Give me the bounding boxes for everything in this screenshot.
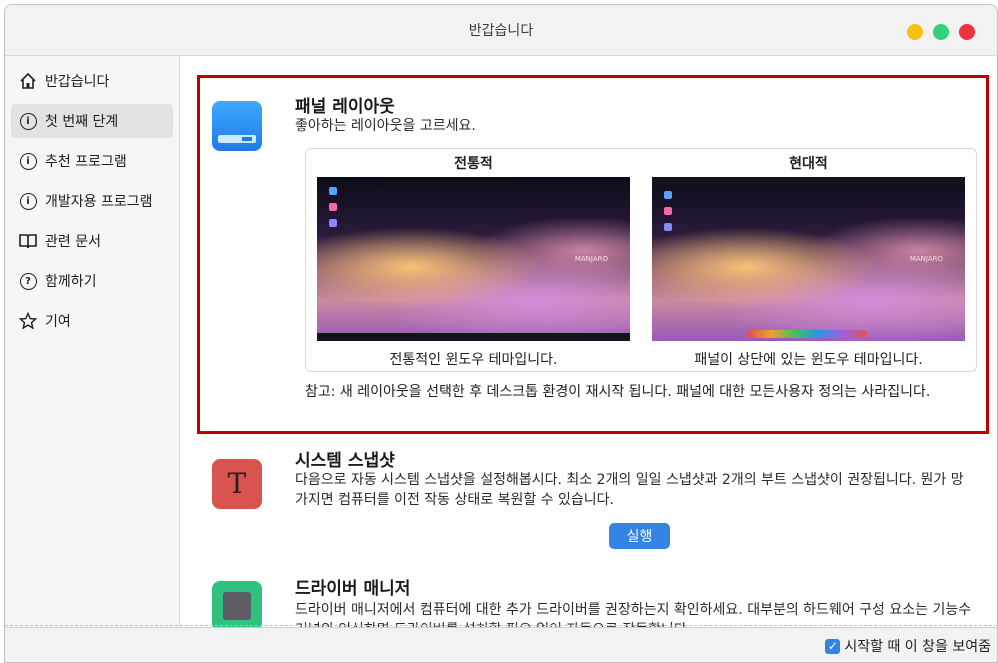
close-button[interactable] [959,24,975,40]
sidebar-item-developer[interactable]: i 개발자용 프로그램 [11,184,173,218]
info-icon: i [17,152,39,170]
sidebar-item-docs[interactable]: 관련 문서 [11,224,173,258]
titlebar[interactable]: 반갑습니다 [5,5,997,56]
footer-bar: ✓ 시작할 때 이 창을 보여줌 [5,625,997,662]
run-snapshot-button[interactable]: 실행 [609,523,670,549]
show-on-startup-option[interactable]: ✓ 시작할 때 이 창을 보여줌 [825,636,991,656]
sidebar-item-label: 개발자용 프로그램 [45,194,153,210]
sidebar-item-label: 함께하기 [45,274,97,290]
modern-preview-image[interactable]: MANJARO [652,177,965,341]
option-title: 현대적 [789,156,828,172]
show-on-startup-label: 시작할 때 이 창을 보여줌 [844,639,991,655]
snapshot-title: 시스템 스냅샷 [295,451,395,471]
sidebar-item-label: 관련 문서 [45,234,101,250]
manjaro-logo: MANJARO [574,255,608,263]
window-title: 반갑습니다 [468,23,534,39]
sidebar-item-label: 반갑습니다 [45,74,110,90]
star-icon [17,312,39,330]
driver-manager-title: 드라이버 매니저 [295,579,411,599]
layout-options-card: 전통적 MANJARO 전통적인 윈도우 테마입니다. 현대적 MANJARO … [305,148,977,372]
sidebar-item-label: 추천 프로그램 [45,154,127,170]
main-content: 패널 레이아웃 좋아하는 레이아웃을 고르세요. 전통적 MANJARO 전통적… [180,56,997,627]
sidebar: 반갑습니다 i 첫 번째 단계 i 추천 프로그램 i 개발자용 프로그램 관련… [5,56,180,627]
option-title: 전통적 [454,156,493,172]
driver-manager-icon [212,581,262,627]
home-icon [17,72,39,90]
option-description: 전통적인 윈도우 테마입니다. [389,352,558,368]
welcome-window: 반갑습니다 반갑습니다 i 첫 번째 단계 i 추천 프로그램 i 개발자용 프… [4,4,998,663]
sidebar-item-involved[interactable]: ? 함께하기 [11,264,173,298]
panel-layout-subtitle: 좋아하는 레이아웃을 고르세요. [295,118,476,134]
snapshot-icon: T [212,459,262,509]
panel-layout-icon [212,101,262,151]
minimize-button[interactable] [907,24,923,40]
info-icon: i [17,192,39,210]
snapshot-description: 다음으로 자동 시스템 스냅샷을 설정해봅시다. 최소 2개의 일일 스냅샷과 … [295,472,964,508]
option-description: 패널이 상단에 있는 윈도우 테마입니다. [694,352,923,368]
sidebar-item-welcome[interactable]: 반갑습니다 [11,64,173,98]
info-icon: i [17,112,39,130]
panel-layout-note: 참고: 새 레이아웃을 선택한 후 데스크톱 환경이 재시작 됩니다. 패널에 … [305,384,931,400]
help-icon: ? [17,272,39,290]
manjaro-logo: MANJARO [909,255,943,263]
panel-layout-title: 패널 레이아웃 [295,97,395,117]
book-icon [17,233,39,249]
show-on-startup-checkbox[interactable]: ✓ [825,638,841,654]
sidebar-item-first-steps[interactable]: i 첫 번째 단계 [11,104,173,138]
sidebar-item-recommended[interactable]: i 추천 프로그램 [11,144,173,178]
driver-manager-description: 드라이버 매니저에서 컴퓨터에 대한 추가 드라이버를 권장하는지 확인하세요.… [295,602,972,627]
sidebar-item-contribute[interactable]: 기여 [11,304,173,338]
traditional-preview-image[interactable]: MANJARO [317,177,630,341]
maximize-button[interactable] [933,24,949,40]
sidebar-item-label: 기여 [45,314,71,330]
sidebar-item-label: 첫 번째 단계 [45,114,119,130]
